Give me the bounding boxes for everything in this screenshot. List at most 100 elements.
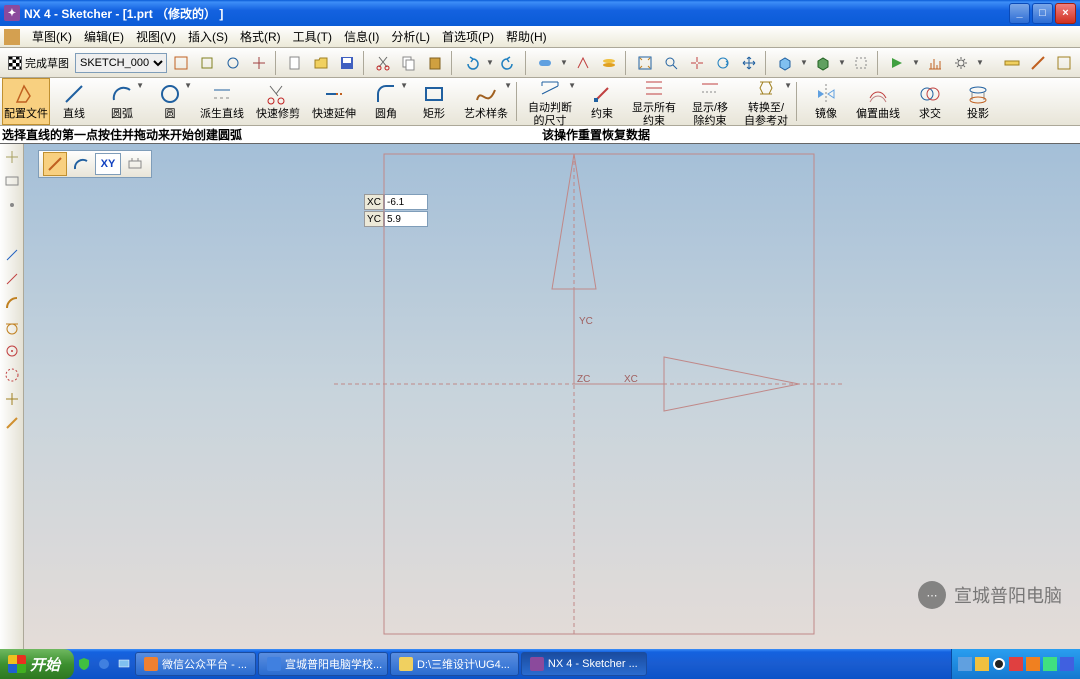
show-all-button[interactable]: 显示所有 约束 [626, 78, 682, 125]
extend-button[interactable]: 快速延伸 [306, 78, 362, 125]
task-nx[interactable]: NX 4 - Sketcher ... [521, 652, 647, 676]
preferences-icon[interactable] [949, 51, 973, 75]
menu-format[interactable]: 格式(R) [234, 26, 287, 47]
orient-icon[interactable] [169, 51, 193, 75]
task-school[interactable]: 宣城普阳电脑学校... [258, 652, 388, 676]
window-titlebar: ✦ NX 4 - Sketcher - [1.prt （修改的） ] _ □ × [0, 0, 1080, 26]
system-tray[interactable] [951, 649, 1080, 679]
save-icon[interactable] [335, 51, 359, 75]
new-icon[interactable] [283, 51, 307, 75]
point-icon[interactable] [3, 196, 21, 214]
vline2-icon[interactable] [3, 270, 21, 288]
vtan-icon[interactable] [3, 318, 21, 336]
menu-tools[interactable]: 工具(T) [287, 26, 338, 47]
toggle-icon[interactable] [533, 51, 557, 75]
tray-msg-icon[interactable] [1026, 657, 1040, 671]
measure-icon[interactable] [1000, 51, 1024, 75]
undo-dropdown[interactable]: ▼ [485, 58, 495, 67]
shade-icon[interactable] [773, 51, 797, 75]
windows-taskbar: 开始 微信公众平台 - ... 宣城普阳电脑学校... D:\三维设计\UG4.… [0, 649, 1080, 679]
tool-icon[interactable] [221, 51, 245, 75]
menu-sketch[interactable]: 草图(K) [26, 26, 78, 47]
menu-icon [4, 29, 20, 45]
trim-button[interactable]: 快速修剪 [250, 78, 306, 125]
finish-sketch-button[interactable]: 完成草图 [4, 53, 73, 73]
close-button[interactable]: × [1055, 3, 1076, 24]
tray-vol-icon[interactable] [1043, 657, 1057, 671]
project-button[interactable]: 投影 [954, 78, 1002, 125]
copy-icon[interactable] [397, 51, 421, 75]
tray-qq-icon[interactable] [992, 657, 1006, 671]
undo-icon[interactable] [459, 51, 483, 75]
minimize-button[interactable]: _ [1009, 3, 1030, 24]
menu-insert[interactable]: 插入(S) [182, 26, 234, 47]
vedge-icon[interactable] [3, 414, 21, 432]
task-wechat[interactable]: 微信公众平台 - ... [135, 652, 256, 676]
measure3-icon[interactable] [1052, 51, 1076, 75]
layer-icon[interactable] [597, 51, 621, 75]
intersect-button[interactable]: 求交 [906, 78, 954, 125]
start-icon[interactable] [885, 51, 909, 75]
profile-button[interactable]: 配置文件 [2, 78, 50, 125]
tool2-icon[interactable] [247, 51, 271, 75]
cut-icon[interactable] [371, 51, 395, 75]
vpoint-icon[interactable] [3, 390, 21, 408]
menu-analysis[interactable]: 分析(L) [385, 26, 436, 47]
open-icon[interactable] [309, 51, 333, 75]
line-button[interactable]: 直线 [50, 78, 98, 125]
pan-icon[interactable] [737, 51, 761, 75]
tray-net-icon[interactable] [975, 657, 989, 671]
vline-icon[interactable] [3, 246, 21, 264]
arc-button[interactable]: ▼圆弧 [98, 78, 146, 125]
constrain-button[interactable]: 约束 [578, 78, 626, 125]
left-toolbar [0, 144, 24, 649]
task-folder[interactable]: D:\三维设计\UG4... [390, 652, 519, 676]
rectangle-button[interactable]: 矩形 [410, 78, 458, 125]
start-button[interactable]: 开始 [0, 649, 74, 679]
fit-icon[interactable] [633, 51, 657, 75]
varc-icon[interactable] [3, 294, 21, 312]
sketch-plane-icon[interactable] [3, 172, 21, 190]
maximize-button[interactable]: □ [1032, 3, 1053, 24]
mirror-button[interactable]: 镜像 [802, 78, 850, 125]
see-thru-icon[interactable] [849, 51, 873, 75]
menu-help[interactable]: 帮助(H) [500, 26, 553, 47]
redo-icon[interactable] [497, 51, 521, 75]
status-left: 选择直线的第一点按住并拖动来开始创建圆弧 [0, 126, 540, 143]
quick-ie-icon[interactable] [95, 652, 113, 676]
quick-shield-icon[interactable] [75, 652, 93, 676]
analysis-icon[interactable] [923, 51, 947, 75]
vcircle-icon[interactable] [3, 342, 21, 360]
menu-pref[interactable]: 首选项(P) [436, 26, 500, 47]
spline-button[interactable]: ▼艺术样条 [458, 78, 514, 125]
paste-icon[interactable] [423, 51, 447, 75]
datum-icon[interactable] [3, 148, 21, 166]
convert-button[interactable]: ▼转换至/ 自参考对 [738, 78, 794, 125]
derived-line-button[interactable]: 派生直线 [194, 78, 250, 125]
menu-view[interactable]: 视图(V) [130, 26, 182, 47]
menu-info[interactable]: 信息(I) [338, 26, 385, 47]
measure2-icon[interactable] [1026, 51, 1050, 75]
show-remove-button[interactable]: 显示/移 除约束 [682, 78, 738, 125]
render-icon[interactable] [811, 51, 835, 75]
status-right: 该操作重置恢复数据 [540, 126, 1080, 143]
wcs-icon[interactable] [571, 51, 595, 75]
offset-button[interactable]: 偏置曲线 [850, 78, 906, 125]
zoom-in-out-icon[interactable] [685, 51, 709, 75]
tray-up-icon[interactable] [1060, 657, 1074, 671]
zoom-icon[interactable] [659, 51, 683, 75]
svg-text:YC: YC [579, 316, 593, 327]
quick-desktop-icon[interactable] [115, 652, 133, 676]
circle-button[interactable]: ▼圆 [146, 78, 194, 125]
menu-edit[interactable]: 编辑(E) [78, 26, 130, 47]
tray-av-icon[interactable] [1009, 657, 1023, 671]
rotate-icon[interactable] [711, 51, 735, 75]
reattach-icon[interactable] [195, 51, 219, 75]
sketch-select[interactable]: SKETCH_000 [75, 53, 167, 73]
auto-dim-button[interactable]: ▼自动判断 的尺寸 [522, 78, 578, 125]
vcircle2-icon[interactable] [3, 366, 21, 384]
graphics-area[interactable]: XY XC YC YC XC ZC ⋯ [24, 144, 1080, 649]
status-bar: 选择直线的第一点按住并拖动来开始创建圆弧 该操作重置恢复数据 [0, 126, 1080, 144]
fillet-button[interactable]: ▼圆角 [362, 78, 410, 125]
tray-sound-icon[interactable] [958, 657, 972, 671]
